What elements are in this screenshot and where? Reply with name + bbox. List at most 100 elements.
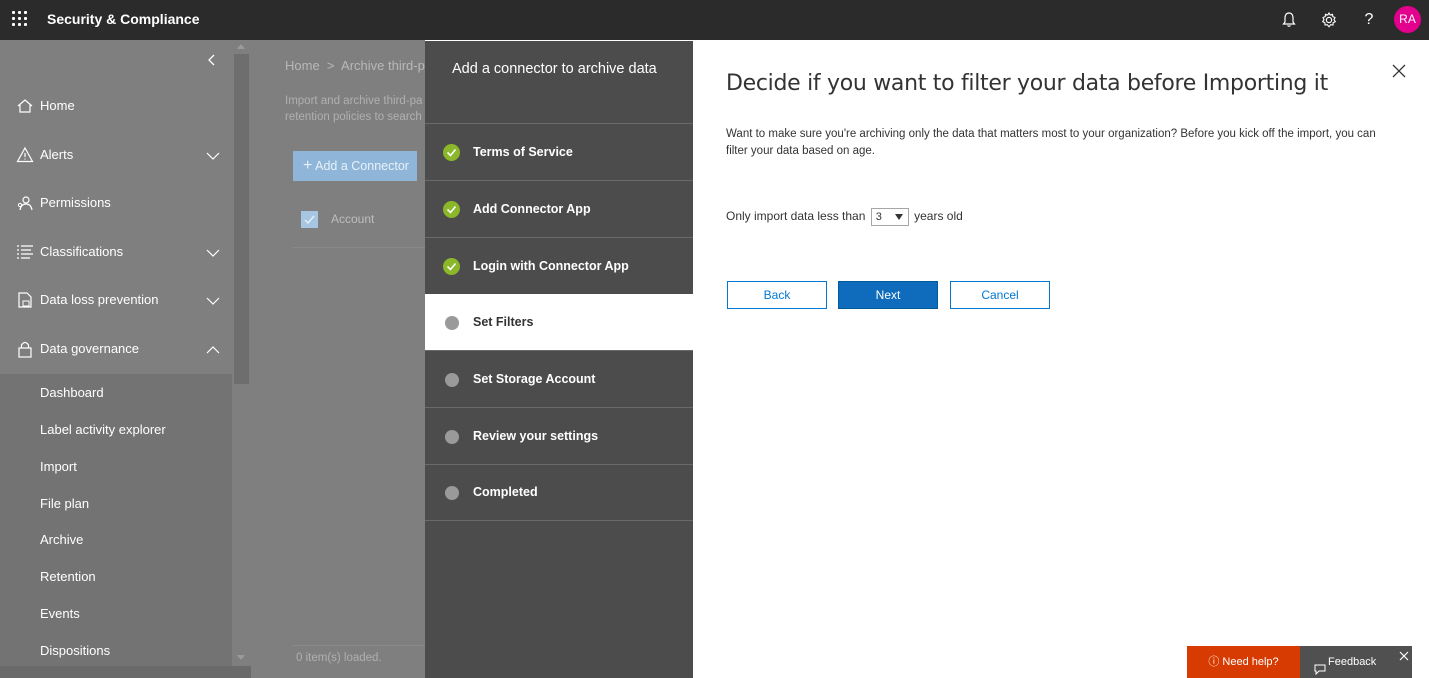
need-help-label: Need help? <box>1222 656 1279 668</box>
chevron-down-icon[interactable] <box>206 294 220 305</box>
description-line: Import and archive third-pa <box>285 95 423 107</box>
breadcrumb: Home > Archive third-pa <box>285 58 425 73</box>
step-label: Terms of Service <box>473 145 573 159</box>
step-complete-icon <box>443 201 460 218</box>
help-feedback-bar: ⓘ Need help? Feedback <box>1187 646 1412 678</box>
app-title[interactable]: Security & Compliance <box>47 11 200 27</box>
alert-icon <box>16 146 34 164</box>
wizard-content-pane: Decide if you want to filter your data b… <box>693 41 1429 678</box>
step-pending-icon <box>445 486 459 500</box>
sidebar-item-permissions[interactable]: Permissions <box>0 181 232 225</box>
collapse-sidebar-icon[interactable] <box>205 53 219 67</box>
top-bar: Security & Compliance ? RA <box>0 0 1429 40</box>
main-content-dimmed: Home > Archive third-pa Import and archi… <box>251 40 425 678</box>
next-button[interactable]: Next <box>838 281 938 309</box>
sidebar-item-label: Alerts <box>40 147 74 162</box>
back-button[interactable]: Back <box>727 281 827 309</box>
help-circle-icon: ⓘ <box>1208 656 1220 668</box>
sidebar-item-label: Permissions <box>40 195 111 210</box>
submenu-item-dashboard[interactable]: Dashboard <box>40 385 104 400</box>
sidebar-item-label: Data loss prevention <box>40 292 159 307</box>
bell-icon[interactable] <box>1279 10 1299 30</box>
sidebar: Home Alerts Permissions Classifications … <box>0 40 232 678</box>
wizard-step-completed[interactable]: Completed <box>425 464 693 521</box>
permissions-icon <box>16 194 34 212</box>
submenu-item-label-activity-explorer[interactable]: Label activity explorer <box>40 422 166 437</box>
years-dropdown[interactable]: 3 <box>870 208 909 226</box>
step-complete-icon <box>443 258 460 275</box>
sidebar-bottom-strip <box>0 666 251 678</box>
step-label: Completed <box>473 485 538 499</box>
breadcrumb-home[interactable]: Home <box>285 58 320 73</box>
dlp-icon <box>16 291 34 309</box>
sidebar-item-data-loss-prevention[interactable]: Data loss prevention <box>0 278 232 322</box>
sidebar-item-data-governance[interactable]: Data governance <box>0 327 232 371</box>
sidebar-scrollbar[interactable] <box>232 40 251 678</box>
submenu-item-archive[interactable]: Archive <box>40 532 83 547</box>
breadcrumb-separator: > <box>326 58 335 73</box>
wizard-step-login-with-connector-app[interactable]: Login with Connector App <box>425 238 693 295</box>
chevron-down-icon[interactable] <box>206 246 220 257</box>
submenu-item-retention[interactable]: Retention <box>40 569 96 584</box>
add-connector-label: Add a Connector <box>315 159 409 173</box>
classifications-icon <box>16 243 34 261</box>
need-help-button[interactable]: ⓘ Need help? <box>1187 646 1300 678</box>
feedback-icon <box>1314 656 1326 678</box>
page-description: Import and archive third-pa retention po… <box>285 93 422 125</box>
wizard-step-set-storage-account[interactable]: Set Storage Account <box>425 351 693 408</box>
filter-prefix-label: Only import data less than <box>726 209 866 224</box>
feedback-button[interactable]: Feedback <box>1300 646 1412 678</box>
sidebar-item-label: Data governance <box>40 341 140 356</box>
feedback-label: Feedback <box>1328 656 1377 668</box>
chevron-down-icon[interactable] <box>206 149 220 160</box>
sidebar-item-home[interactable]: Home <box>0 84 232 128</box>
step-label: Add Connector App <box>473 202 591 216</box>
submenu-item-events[interactable]: Events <box>40 606 80 621</box>
step-current-icon <box>445 316 459 330</box>
age-filter-row: Only import data less than 3 years old <box>726 208 963 226</box>
breadcrumb-current: Archive third-pa <box>341 58 425 73</box>
description-line: retention policies to search <box>285 111 422 123</box>
intro-line: Want to make sure you're archiving only … <box>726 128 1376 140</box>
submenu-item-file-plan[interactable]: File plan <box>40 496 89 511</box>
chevron-up-icon[interactable] <box>206 343 220 354</box>
scrollbar-thumb[interactable] <box>234 54 249 384</box>
wizard-step-review-your-settings[interactable]: Review your settings <box>425 408 693 465</box>
wizard-step-terms-of-service[interactable]: Terms of Service <box>425 124 693 181</box>
divider <box>293 645 425 646</box>
wizard-step-set-filters[interactable]: Set Filters <box>425 294 693 351</box>
submenu-item-dispositions[interactable]: Dispositions <box>40 643 110 658</box>
page-title: Decide if you want to filter your data b… <box>726 71 1328 96</box>
step-pending-icon <box>445 430 459 444</box>
divider <box>293 247 425 248</box>
sidebar-item-classifications[interactable]: Classifications <box>0 230 232 274</box>
submenu-item-import[interactable]: Import <box>40 459 77 474</box>
step-label: Login with Connector App <box>473 259 629 273</box>
wizard-title: Add a connector to archive data <box>452 61 657 77</box>
waffle-icon[interactable] <box>12 11 28 27</box>
step-label: Review your settings <box>473 429 599 443</box>
intro-line: filter your data based on age. <box>726 145 875 157</box>
wizard-step-add-connector-app[interactable]: Add Connector App <box>425 181 693 238</box>
close-icon[interactable] <box>1399 648 1409 661</box>
sidebar-item-alerts[interactable]: Alerts <box>0 133 232 177</box>
cancel-button[interactable]: Cancel <box>950 281 1050 309</box>
step-label: Set Filters <box>473 315 534 329</box>
step-label: Set Storage Account <box>473 372 596 386</box>
sidebar-item-label: Classifications <box>40 244 124 259</box>
scroll-up-icon[interactable] <box>237 44 245 49</box>
avatar[interactable]: RA <box>1394 6 1421 33</box>
intro-text: Want to make sure you're archiving only … <box>726 126 1406 160</box>
step-pending-icon <box>445 373 459 387</box>
add-connector-button[interactable]: + Add a Connector <box>293 151 417 181</box>
step-complete-icon <box>443 144 460 161</box>
column-header-account[interactable]: Account <box>331 212 374 226</box>
scroll-down-icon[interactable] <box>237 655 245 660</box>
select-all-checkbox[interactable] <box>301 211 318 228</box>
sidebar-item-label: Home <box>40 98 75 113</box>
wizard-steps-pane: Add a connector to archive data Terms of… <box>425 41 693 678</box>
close-icon[interactable] <box>1391 63 1407 79</box>
help-icon[interactable]: ? <box>1359 10 1379 30</box>
gear-icon[interactable] <box>1319 10 1339 30</box>
home-icon <box>16 97 34 115</box>
